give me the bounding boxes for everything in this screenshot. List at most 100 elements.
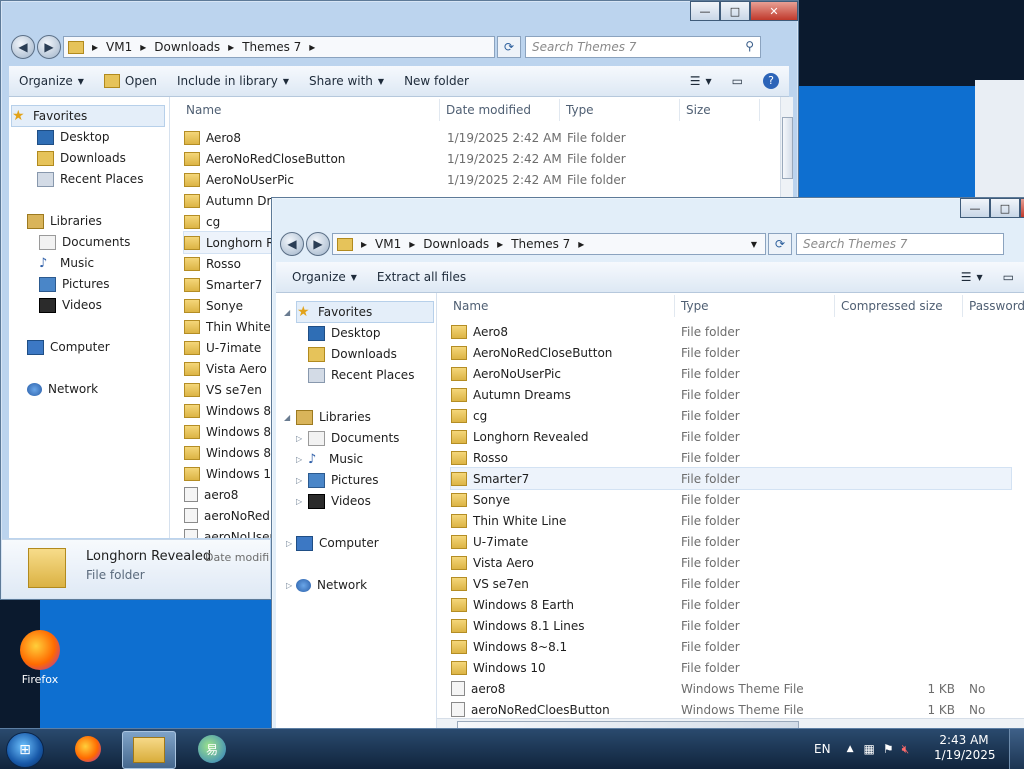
- address-bar[interactable]: ▸ VM1 ▸ Downloads ▸ Themes 7 ▸ ▼: [332, 233, 766, 255]
- action-center-flag-icon[interactable]: ⚑: [883, 742, 894, 756]
- breadcrumb-item[interactable]: Downloads: [423, 237, 489, 251]
- language-indicator[interactable]: EN: [814, 742, 831, 756]
- forward-button[interactable]: ▶: [37, 35, 61, 59]
- column-header-name[interactable]: Name: [447, 295, 675, 317]
- minimize-button[interactable]: —: [960, 198, 990, 218]
- collapse-icon[interactable]: ◢: [284, 308, 290, 317]
- explorer-window-front[interactable]: — □ ✕ ◀ ▶ ▸ VM1 ▸ Downloads ▸ Themes 7 ▸…: [271, 197, 1024, 739]
- close-button[interactable]: ✕: [750, 1, 798, 21]
- clock[interactable]: 2:43 AM 1/19/2025: [934, 733, 996, 763]
- table-row[interactable]: AeroNoUserPic: [184, 169, 434, 190]
- column-header-type[interactable]: Type: [560, 99, 680, 121]
- nav-network[interactable]: Network: [27, 379, 98, 399]
- nav-computer[interactable]: Computer: [296, 533, 379, 553]
- nav-recent-places[interactable]: Recent Places: [37, 169, 143, 189]
- minimize-button[interactable]: —: [690, 1, 720, 21]
- nav-pictures[interactable]: Pictures: [39, 274, 110, 294]
- organize-button[interactable]: Organize ▼: [9, 74, 94, 88]
- show-desktop-button[interactable]: [1009, 729, 1024, 769]
- column-header-size[interactable]: Size: [680, 99, 760, 121]
- search-input[interactable]: Search Themes 7 ⚲: [525, 36, 761, 58]
- extract-all-files-button[interactable]: Extract all files: [367, 270, 476, 284]
- window-caption-buttons: — □ ✕: [960, 198, 1024, 220]
- column-header-password[interactable]: Password: [963, 295, 1024, 317]
- show-hidden-icons-icon[interactable]: ▲: [847, 744, 854, 754]
- expand-icon[interactable]: ▷: [296, 434, 302, 443]
- breadcrumb-item[interactable]: VM1: [106, 40, 132, 54]
- nav-favorites[interactable]: ★ Favorites: [296, 301, 434, 323]
- nav-documents[interactable]: Documents: [308, 428, 399, 448]
- new-folder-button[interactable]: New folder: [394, 74, 479, 88]
- column-header-type[interactable]: Type: [675, 295, 835, 317]
- table-row[interactable]: Aero8: [184, 127, 434, 148]
- nav-recent-places[interactable]: Recent Places: [308, 365, 414, 385]
- organize-button[interactable]: Organize ▼: [276, 270, 367, 284]
- refresh-icon[interactable]: ⟳: [768, 233, 792, 255]
- nav-downloads[interactable]: Downloads: [308, 344, 397, 364]
- nav-favorites[interactable]: ★ Favorites: [11, 105, 165, 127]
- open-button[interactable]: Open: [94, 74, 167, 88]
- include-in-library-button[interactable]: Include in library ▼: [167, 74, 299, 88]
- taskbar-ime-app[interactable]: 易: [186, 731, 238, 767]
- desktop-icon-firefox[interactable]: Firefox: [14, 630, 66, 686]
- expand-icon[interactable]: ▷: [286, 581, 292, 590]
- column-header-name[interactable]: Name: [180, 99, 440, 121]
- file-name: Windows 8 Earth: [473, 597, 575, 612]
- back-button[interactable]: ◀: [280, 232, 304, 256]
- network-tray-icon[interactable]: ▦: [863, 742, 874, 756]
- scrollbar-thumb[interactable]: [782, 117, 793, 179]
- nav-libraries[interactable]: Libraries: [27, 211, 102, 231]
- breadcrumb-item[interactable]: Themes 7: [242, 40, 301, 54]
- breadcrumb-item[interactable]: Downloads: [154, 40, 220, 54]
- nav-downloads[interactable]: Downloads: [37, 148, 126, 168]
- maximize-button[interactable]: □: [990, 198, 1020, 218]
- nav-desktop[interactable]: Desktop: [37, 127, 110, 147]
- table-row[interactable]: AeroNoRedCloseButton: [184, 148, 434, 169]
- file-name: AeroNoRedCloseButton: [473, 345, 613, 360]
- volume-muted-icon[interactable]: 🔇︎: [902, 742, 910, 757]
- taskbar-explorer[interactable]: [122, 731, 176, 769]
- nav-documents[interactable]: Documents: [39, 232, 130, 252]
- help-icon[interactable]: ?: [753, 73, 789, 89]
- preview-pane-button[interactable]: ▭: [722, 74, 753, 88]
- forward-button[interactable]: ▶: [306, 232, 330, 256]
- address-bar[interactable]: ▸ VM1 ▸ Downloads ▸ Themes 7 ▸: [63, 36, 495, 58]
- folder-icon: [451, 534, 467, 549]
- breadcrumb-item[interactable]: VM1: [375, 237, 401, 251]
- nav-computer[interactable]: Computer: [27, 337, 110, 357]
- search-input[interactable]: Search Themes 7: [796, 233, 1004, 255]
- nav-libraries[interactable]: Libraries: [296, 407, 371, 427]
- nav-music[interactable]: ♪ Music: [39, 253, 94, 273]
- expand-icon[interactable]: ▷: [286, 539, 292, 548]
- file-name: Longhorn Revealed: [473, 429, 589, 444]
- column-header-compressed-size[interactable]: Compressed size: [835, 295, 963, 317]
- folder-icon: [451, 555, 467, 570]
- maximize-button[interactable]: □: [720, 1, 750, 21]
- downloads-icon: [308, 346, 325, 362]
- address-dropdown-icon[interactable]: ▼: [751, 240, 757, 249]
- preview-pane-button[interactable]: ▭: [993, 270, 1024, 284]
- nav-music[interactable]: ♪ Music: [308, 449, 363, 469]
- file-type: File folder: [681, 472, 740, 486]
- expand-icon[interactable]: ▷: [296, 476, 302, 485]
- start-button[interactable]: ⊞: [6, 732, 44, 768]
- share-with-button[interactable]: Share with ▼: [299, 74, 394, 88]
- folder-icon: [451, 450, 467, 465]
- column-header-date-modified[interactable]: Date modified: [440, 99, 560, 121]
- close-button[interactable]: ✕: [1020, 198, 1024, 218]
- back-button[interactable]: ◀: [11, 35, 35, 59]
- taskbar-firefox[interactable]: [62, 731, 114, 767]
- file-type: File folder: [681, 577, 740, 591]
- collapse-icon[interactable]: ◢: [284, 413, 290, 422]
- expand-icon[interactable]: ▷: [296, 497, 302, 506]
- view-options-button[interactable]: ☰ ▼: [951, 270, 993, 284]
- expand-icon[interactable]: ▷: [296, 455, 302, 464]
- nav-videos[interactable]: Videos: [308, 491, 371, 511]
- nav-videos[interactable]: Videos: [39, 295, 102, 315]
- breadcrumb-item[interactable]: Themes 7: [511, 237, 570, 251]
- refresh-icon[interactable]: ⟳: [497, 36, 521, 58]
- nav-pictures[interactable]: Pictures: [308, 470, 379, 490]
- view-options-button[interactable]: ☰ ▼: [680, 74, 722, 88]
- nav-desktop[interactable]: Desktop: [308, 323, 381, 343]
- nav-network[interactable]: Network: [296, 575, 367, 595]
